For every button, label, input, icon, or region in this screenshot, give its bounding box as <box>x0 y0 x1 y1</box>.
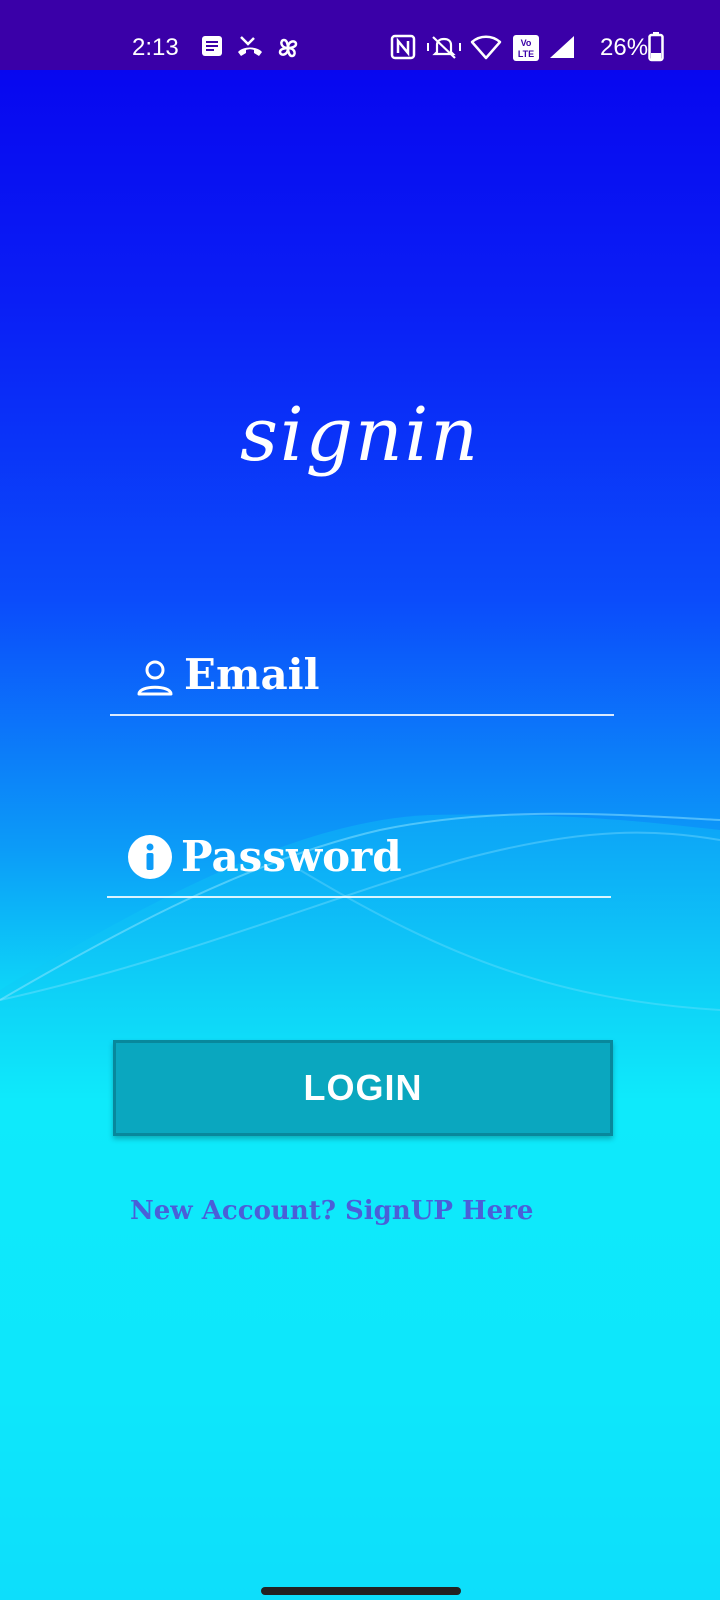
password-field[interactable] <box>107 820 611 898</box>
status-time: 2:13 <box>132 34 179 61</box>
info-icon <box>128 835 172 879</box>
volte-icon: Vo LTE <box>513 35 539 61</box>
signup-link[interactable]: New Account? SignUP Here <box>130 1196 533 1226</box>
login-button[interactable]: LOGIN <box>113 1040 613 1136</box>
email-field[interactable] <box>110 640 614 716</box>
nfc-icon <box>390 34 416 60</box>
signin-screen: 2:13 Vo LTE 26% signin Email LOGIN New A… <box>0 0 720 1600</box>
vibrate-icon <box>427 36 461 59</box>
page-title: signin <box>240 392 480 478</box>
battery-percentage: 26% <box>600 34 649 61</box>
pinwheel-icon <box>278 38 298 58</box>
signal-icon <box>550 36 574 58</box>
password-input[interactable] <box>181 826 601 886</box>
missed-call-icon <box>238 36 262 56</box>
status-bar: 2:13 Vo LTE 26% <box>0 0 720 70</box>
battery-icon <box>648 32 664 62</box>
svg-text:Vo: Vo <box>521 38 532 48</box>
email-input[interactable] <box>184 644 604 704</box>
background-waves <box>0 812 720 1600</box>
svg-text:LTE: LTE <box>518 49 534 59</box>
home-indicator[interactable] <box>261 1587 461 1595</box>
person-icon <box>137 660 173 696</box>
notes-icon <box>202 36 222 56</box>
wifi-icon <box>470 35 502 60</box>
